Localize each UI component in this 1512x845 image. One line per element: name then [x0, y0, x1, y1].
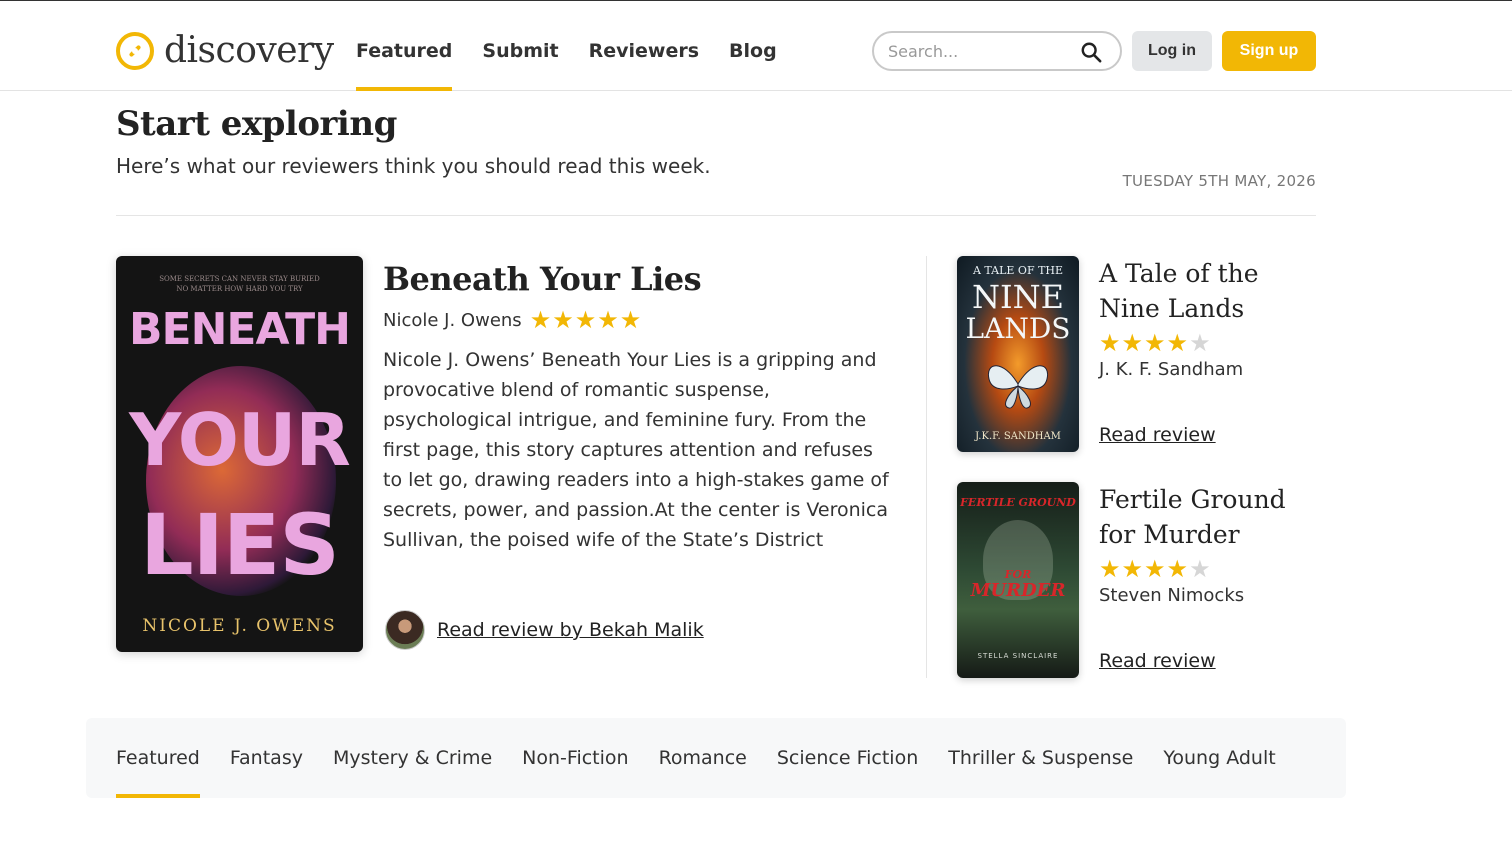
star-empty-icon: ★ — [1189, 555, 1211, 583]
cover-line-3: LANDS — [965, 312, 1071, 345]
side-book-card: FERTILE GROUND FOR MURDER STELLA SINCLAI… — [957, 482, 1317, 678]
cover-line-1: FERTILE GROUND — [960, 496, 1076, 509]
side-book-rating: ★ ★ ★ ★ ★ — [1099, 556, 1212, 582]
cover-tagline-2: NO MATTER HOW HARD YOU TRY — [176, 285, 303, 293]
compass-icon — [116, 32, 154, 70]
search-box — [872, 31, 1122, 71]
featured-book-description: Nicole J. Owens’ Beneath Your Lies is a … — [383, 349, 889, 551]
nav-blog[interactable]: Blog — [729, 1, 777, 91]
star-icon: ★ — [1099, 555, 1121, 583]
star-icon: ★ — [1144, 329, 1166, 357]
tab-science-fiction[interactable]: Science Fiction — [777, 718, 918, 798]
star-empty-icon: ★ — [1189, 329, 1211, 357]
read-review-link[interactable]: Read review — [1099, 424, 1216, 446]
site-header: discovery Featured Submit Reviewers Blog… — [0, 1, 1512, 91]
star-icon: ★ — [1166, 555, 1189, 583]
cover-author: NICOLE J. OWENS — [142, 616, 337, 636]
featured-rating: ★ ★ ★ ★ ★ — [530, 307, 643, 333]
cover-line-2: NINE — [972, 278, 1064, 316]
star-icon: ★ — [1099, 329, 1121, 357]
side-book-card: A TALE OF THE NINE LANDS J.K.F. SANDHAM … — [957, 256, 1317, 452]
page-title: Start exploring — [116, 104, 397, 144]
login-button[interactable]: Log in — [1132, 31, 1212, 71]
tab-featured[interactable]: Featured — [116, 718, 200, 798]
star-icon: ★ — [597, 306, 619, 334]
category-bar: Featured Fantasy Mystery & Crime Non-Fic… — [86, 718, 1346, 798]
featured-book-author: Nicole J. Owens — [383, 309, 522, 331]
read-review-link[interactable]: Read review — [1099, 650, 1216, 672]
side-book-author: J. K. F. Sandham — [1099, 359, 1244, 380]
star-icon: ★ — [1121, 555, 1144, 583]
logo-text: discovery — [164, 30, 334, 71]
cover-word-1: BENEATH — [129, 304, 351, 355]
current-date: TUESDAY 5TH MAY, 2026 — [1122, 172, 1316, 190]
star-icon: ★ — [1121, 329, 1144, 357]
star-icon: ★ — [619, 306, 642, 334]
star-icon: ★ — [552, 306, 574, 334]
nav-submit[interactable]: Submit — [482, 1, 558, 91]
tab-non-fiction[interactable]: Non-Fiction — [522, 718, 628, 798]
featured-book-meta: Nicole J. Owens ★ ★ ★ ★ ★ — [383, 307, 642, 333]
side-book-cover[interactable]: FERTILE GROUND FOR MURDER STELLA SINCLAI… — [957, 482, 1079, 678]
cover-word-2: YOUR — [129, 398, 351, 482]
side-book-rating: ★ ★ ★ ★ ★ — [1099, 330, 1212, 356]
tab-mystery-crime[interactable]: Mystery & Crime — [333, 718, 492, 798]
cover-line-3: MURDER — [970, 580, 1066, 601]
main-nav: Featured Submit Reviewers Blog — [356, 1, 807, 91]
read-review-link[interactable]: Read review by Bekah Malik — [437, 619, 704, 641]
star-icon: ★ — [1144, 555, 1166, 583]
search-icon[interactable] — [1080, 41, 1102, 63]
featured-review-link-row: Read review by Bekah Malik — [385, 610, 704, 650]
star-icon: ★ — [574, 306, 597, 334]
tab-thriller-suspense[interactable]: Thriller & Suspense — [948, 718, 1133, 798]
reviewer-avatar — [385, 610, 425, 650]
tab-young-adult[interactable]: Young Adult — [1163, 718, 1275, 798]
column-divider — [926, 256, 927, 678]
cover-author: STELLA SINCLAIRE — [977, 652, 1059, 660]
page-subtitle: Here’s what our reviewers think you shou… — [116, 154, 711, 178]
side-book-cover[interactable]: A TALE OF THE NINE LANDS J.K.F. SANDHAM — [957, 256, 1079, 452]
nav-featured[interactable]: Featured — [356, 1, 453, 91]
star-icon: ★ — [1166, 329, 1189, 357]
site-logo[interactable]: discovery — [116, 31, 334, 71]
side-book-title[interactable]: A Tale of the Nine Lands — [1099, 256, 1319, 326]
cover-line-1: A TALE OF THE — [972, 264, 1064, 277]
cover-word-3: LIES — [140, 496, 340, 594]
search-input[interactable] — [888, 40, 1073, 62]
cover-tagline: SOME SECRETS CAN NEVER STAY BURIED NO MA… — [116, 274, 363, 294]
side-book-author: Steven Nimocks — [1099, 585, 1245, 606]
section-divider — [116, 215, 1316, 216]
cover-author: J.K.F. SANDHAM — [975, 431, 1061, 442]
butterfly-icon — [987, 365, 1049, 409]
category-tabs: Featured Fantasy Mystery & Crime Non-Fic… — [116, 718, 1306, 798]
featured-book-title[interactable]: Beneath Your Lies — [383, 260, 702, 298]
cover-tagline-1: SOME SECRETS CAN NEVER STAY BURIED — [159, 275, 320, 283]
tab-romance[interactable]: Romance — [659, 718, 747, 798]
featured-book-cover[interactable]: SOME SECRETS CAN NEVER STAY BURIED NO MA… — [116, 256, 363, 652]
side-book-title[interactable]: Fertile Ground for Murder — [1099, 482, 1319, 552]
nav-reviewers[interactable]: Reviewers — [589, 1, 699, 91]
signup-button[interactable]: Sign up — [1222, 31, 1316, 71]
star-icon: ★ — [529, 306, 552, 334]
tab-fantasy[interactable]: Fantasy — [230, 718, 303, 798]
